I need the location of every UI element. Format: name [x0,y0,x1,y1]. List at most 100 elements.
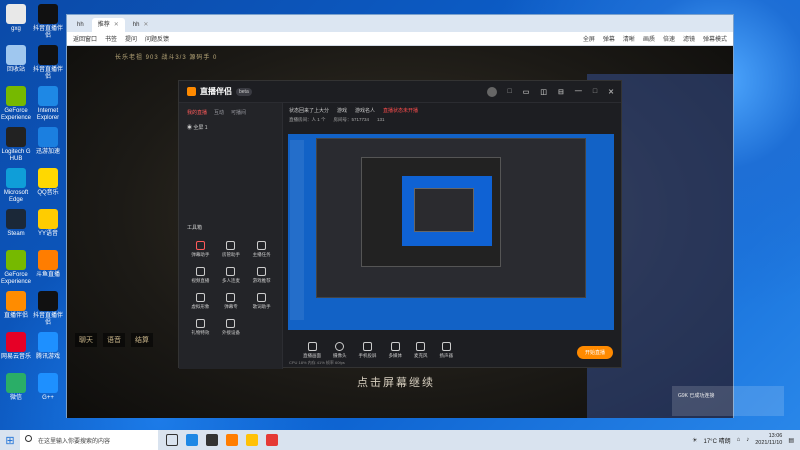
toolbar-bookmark-link[interactable]: 书签 [105,34,117,43]
toolbar-fullscreen[interactable]: 全屏 [583,34,595,43]
desktop-icon[interactable]: 腾讯游戏 [32,332,64,361]
tool-item[interactable]: 视频直播 [185,267,216,284]
desktop-icon[interactable]: 抖音直播伴侣 [32,45,64,81]
app-icon [38,86,58,106]
toolbar-back-link[interactable]: 返回窗口 [73,34,97,43]
avatar[interactable] [486,86,497,97]
scene-item[interactable]: ◉ 全屏 1 [179,122,282,133]
toolbar-feedback-link[interactable]: 问题反馈 [145,34,169,43]
desktop-icon[interactable]: 回收站 [0,45,32,74]
chat-button[interactable]: 聊天 [75,333,97,347]
app-icon [38,127,58,147]
tab-room[interactable]: 可播间 [231,109,246,116]
toolbar-danmaku[interactable]: 弹幕 [603,34,615,43]
tab-my-live[interactable]: 我的直播 [187,109,207,116]
camera-icon [335,341,345,351]
notification-toast[interactable]: G9K 已成功连接 [672,386,784,416]
toolbar-quality[interactable]: 画质 [643,34,655,43]
desktop-icon[interactable]: QQ音乐 [32,168,64,197]
tool-item[interactable]: 游戏推荐 [246,267,277,284]
toolbar-filter[interactable]: 滤镜 [683,34,695,43]
tool-item[interactable]: 弹幕助手 [185,241,216,258]
tool-item[interactable]: 礼物特效 [185,319,216,336]
desktop-icon[interactable]: gxg [0,4,32,33]
taskbar-app-icon[interactable] [206,434,218,446]
live-title[interactable]: 状态回来了上大分 [289,107,329,114]
source-camera-button[interactable]: 摄像头 [333,341,347,359]
minimize-button[interactable]: — [575,88,582,95]
desktop-icon[interactable]: 迅游加速 [32,127,64,156]
close-icon[interactable]: ✕ [114,18,119,32]
desktop-icon[interactable]: 斗鱼直播 [32,250,64,279]
desktop-icon[interactable]: 直播伴侣 [0,291,32,320]
tool-grid: 弹幕助手 房管助手 主播任务视频直播 多人连麦 游戏推荐虚拟形象 弹幕专 歌词助手礼物特效 外… [185,241,277,336]
taskbar-app-icon[interactable] [186,434,198,446]
microphone-button[interactable]: 麦克风 [414,341,428,359]
clock-time: 13:06 [768,433,783,439]
window-control-2[interactable]: ▭ [523,88,530,96]
toolbar-question-link[interactable]: 提问 [125,34,137,43]
tool-item[interactable]: 虚拟形象 [185,293,216,310]
toolbar-speed[interactable]: 倍速 [663,34,675,43]
window-control-1[interactable]: □ [508,88,512,95]
desktop-icon[interactable]: 微信 [0,373,32,402]
tool-item[interactable]: 弹幕专 [216,293,247,310]
desktop-icon[interactable]: Logitech G HUB [0,127,32,163]
desktop-icon[interactable]: 抖音直播伴侣 [32,291,64,327]
browser-tab[interactable]: hh ✕ [127,18,155,32]
desktop-icon[interactable]: Internet Explorer [32,86,64,122]
tool-item[interactable]: 外接设备 [216,319,247,336]
start-live-button[interactable]: 开始直播 [576,346,613,359]
source-screen-button[interactable]: 直播画面 [303,341,321,359]
tool-item[interactable]: 主播任务 [246,241,277,258]
window-control-3[interactable]: ◫ [540,88,547,96]
desktop-icon[interactable]: 网易云音乐 [0,332,32,361]
tab-interact[interactable]: 互动 [214,109,224,116]
voice-button[interactable]: 语音 [103,333,125,347]
live-game[interactable]: 游戏名人 [355,107,375,114]
desktop-icon[interactable]: GeForce Experience [0,86,32,122]
speaker-button[interactable]: 扬声器 [440,341,453,359]
tool-item[interactable]: 歌词助手 [246,293,277,310]
phone-icon [363,341,372,351]
close-icon[interactable]: ✕ [143,18,148,32]
tool-label: 歌词助手 [252,304,271,309]
browser-tab[interactable]: hh [71,18,90,32]
desktop-icon[interactable]: GeForce Experience [0,250,32,286]
source-phone-button[interactable]: 手机投屏 [359,341,377,359]
search-icon [25,435,32,442]
network-icon[interactable]: ⌂ [737,437,741,443]
taskbar-app-icon[interactable] [226,434,238,446]
source-media-button[interactable]: 多媒体 [389,341,402,359]
taskbar-app-icon[interactable] [246,434,258,446]
task-view-icon[interactable] [166,434,178,446]
search-placeholder: 在这里输入你要搜索的内容 [38,438,111,445]
game-bottom-buttons: 聊天 语音 结算 [75,333,153,347]
weather-text[interactable]: 17°C 晴朗 [704,436,731,445]
desktop-icon[interactable]: G++ [32,373,64,402]
taskbar-app-icon[interactable] [266,434,278,446]
toolbar-clarity[interactable]: 清晰 [623,34,635,43]
app-icon [6,209,26,229]
desktop-icon[interactable]: Microsoft Edge [0,168,32,204]
clock[interactable]: 13:06 2021/11/10 [755,433,782,447]
tool-label: 外接设备 [221,330,240,335]
stream-preview[interactable] [288,134,614,330]
browser-tab-active[interactable]: 推荐 ✕ [91,18,125,32]
desktop-icon[interactable]: 抖音直播伴侣 [32,4,64,40]
maximize-button[interactable]: □ [593,88,597,95]
live-category[interactable]: 游戏 [337,107,347,114]
desktop-icon[interactable]: YY语音 [32,209,64,238]
desktop-icon[interactable]: Steam [0,209,32,238]
volume-icon[interactable]: ♪ [746,437,749,443]
settle-button[interactable]: 结算 [131,333,153,347]
windows-start-icon[interactable]: ⊞ [0,434,20,447]
taskbar-search-input[interactable]: 在这里输入你要搜索的内容 [20,430,158,450]
notification-icon[interactable]: ▤ [788,437,794,444]
close-button[interactable]: ✕ [608,88,614,96]
preview-nested-window-4 [414,188,474,232]
window-control-4[interactable]: ⊟ [558,88,564,96]
tool-item[interactable]: 多人连麦 [216,267,247,284]
tool-item[interactable]: 房管助手 [216,241,247,258]
toolbar-danmaku-mode[interactable]: 弹幕模式 [703,34,727,43]
